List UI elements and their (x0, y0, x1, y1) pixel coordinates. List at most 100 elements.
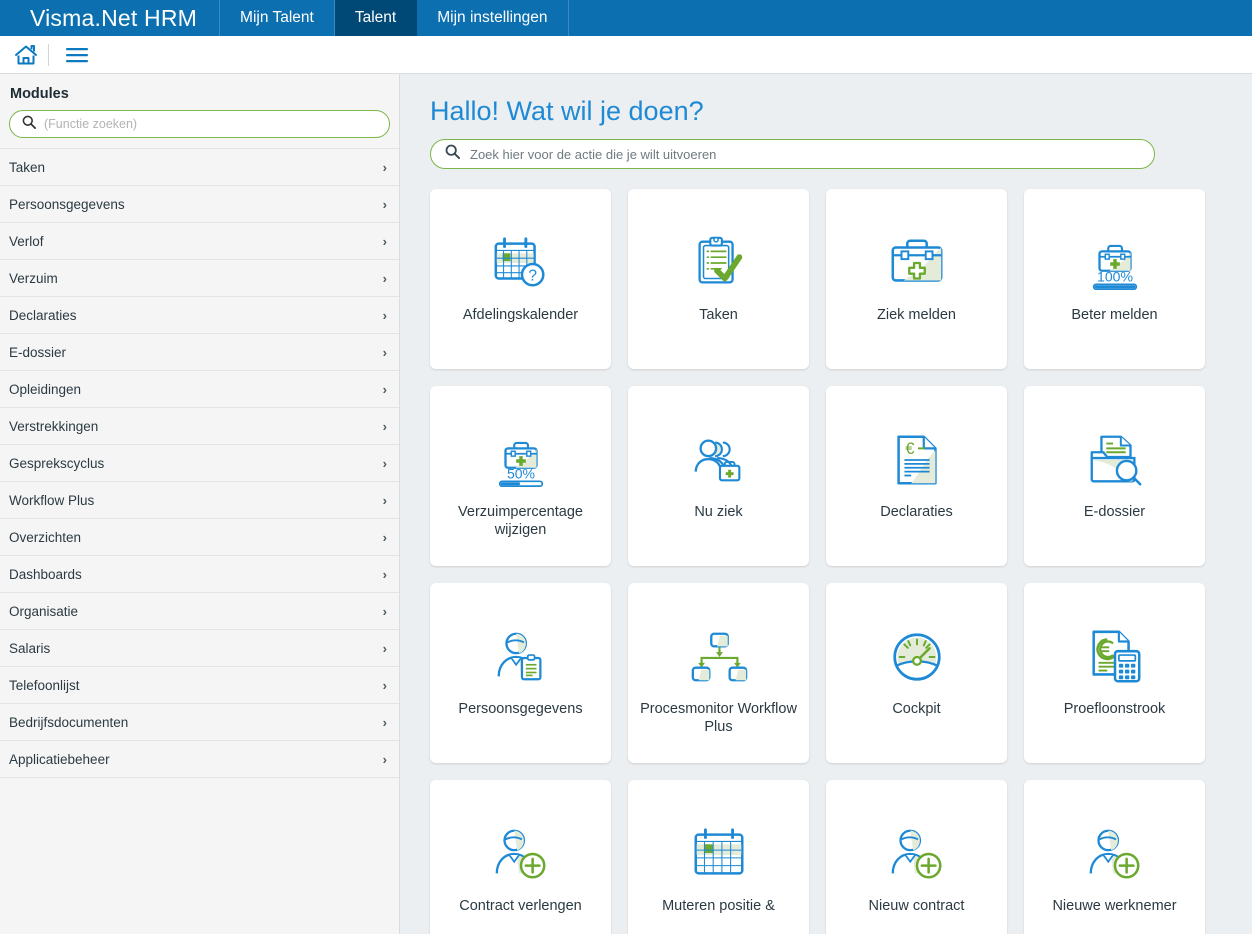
sidebar-item-label: E-dossier (9, 344, 67, 360)
hamburger-menu-icon[interactable] (61, 40, 93, 70)
sidebar-item-label: Verlof (9, 233, 44, 249)
chevron-right-icon: › (382, 603, 387, 619)
sidebar-item-workflow-plus[interactable]: Workflow Plus › (0, 482, 399, 519)
sidebar-item-gesprekscyclus[interactable]: Gesprekscyclus › (0, 445, 399, 482)
medical-case-icon (886, 219, 948, 307)
tile-e-dossier[interactable]: E-dossier (1024, 386, 1205, 566)
medical-case-100-percent-icon: 100% (1084, 219, 1146, 307)
action-search-input[interactable] (470, 146, 1140, 162)
sidebar-item-verlof[interactable]: Verlof › (0, 223, 399, 260)
clipboard-check-icon (688, 219, 750, 307)
tile-nu-ziek[interactable]: Nu ziek (628, 386, 809, 566)
tile-label: Nu ziek (694, 504, 743, 520)
chevron-right-icon: › (382, 529, 387, 545)
tile-label: Cockpit (892, 701, 941, 717)
tile-label: Afdelingskalender (462, 307, 579, 323)
action-search-box[interactable] (430, 139, 1155, 169)
home-icon[interactable] (10, 40, 42, 70)
calendar-icon (688, 810, 750, 898)
folder-search-icon (1084, 416, 1146, 504)
nav-tab-mijn-instellingen[interactable]: Mijn instellingen (417, 0, 569, 36)
sidebar-item-label: Opleidingen (9, 381, 82, 397)
sidebar-item-verzuim[interactable]: Verzuim › (0, 260, 399, 297)
sidebar-item-applicatiebeheer[interactable]: Applicatiebeheer › (0, 741, 399, 778)
sidebar-item-label: Overzichten (9, 529, 82, 545)
sidebar-item-label: Declaraties (9, 307, 77, 323)
sidebar-item-dashboards[interactable]: Dashboards › (0, 556, 399, 593)
sidebar-item-label: Gesprekscyclus (9, 455, 105, 471)
calendar-question-icon: ? (490, 219, 552, 307)
chevron-right-icon: › (382, 566, 387, 582)
main-content: Hallo! Wat wil je doen? ? Afdelingskalend… (400, 74, 1252, 934)
chevron-right-icon: › (382, 344, 387, 360)
tile-muteren-positie[interactable]: Muteren positie & (628, 780, 809, 934)
sidebar-item-declaraties[interactable]: Declaraties › (0, 297, 399, 334)
svg-text:€: € (905, 440, 914, 458)
person-plus-icon (490, 810, 552, 898)
sidebar-item-opleidingen[interactable]: Opleidingen › (0, 371, 399, 408)
top-navigation-bar: Visma.Net HRM Mijn Talent Talent Mijn in… (0, 0, 1252, 36)
chevron-right-icon: › (382, 381, 387, 397)
svg-text:50%: 50% (506, 465, 534, 481)
tile-beter-melden[interactable]: 100% Beter melden (1024, 189, 1205, 369)
sidebar-item-label: Dashboards (9, 566, 82, 582)
chevron-right-icon: › (382, 640, 387, 656)
sidebar-item-label: Applicatiebeheer (9, 751, 110, 767)
tile-taken[interactable]: Taken (628, 189, 809, 369)
tile-nieuwe-werknemer[interactable]: Nieuwe werknemer (1024, 780, 1205, 934)
sidebar-title: Modules (10, 86, 69, 102)
app-brand: Visma.Net HRM (0, 0, 221, 36)
tile-ziek-melden[interactable]: Ziek melden (826, 189, 1007, 369)
sidebar-item-label: Salaris (9, 640, 51, 656)
tile-proefloonstrook[interactable]: Proefloonstrook (1024, 583, 1205, 763)
person-plus-icon (886, 810, 948, 898)
tile-label: Verzuimpercentage wijzigen (458, 504, 583, 538)
sidebar-item-verstrekkingen[interactable]: Verstrekkingen › (0, 408, 399, 445)
tile-label: Ziek melden (877, 307, 956, 323)
nav-tab-talent[interactable]: Talent (334, 0, 418, 36)
sidebar-item-telefoonlijst[interactable]: Telefoonlijst › (0, 667, 399, 704)
sidebar-item-taken[interactable]: Taken › (0, 149, 399, 186)
person-plus-icon (1084, 810, 1146, 898)
tile-procesmonitor-workflow-plus[interactable]: Procesmonitor Workflow Plus (628, 583, 809, 763)
tile-verzuimpercentage-wijzigen[interactable]: 50% Verzuimpercentage wijzigen (430, 386, 611, 566)
sidebar-item-salaris[interactable]: Salaris › (0, 630, 399, 667)
tile-label: Persoonsgegevens (458, 701, 583, 717)
svg-text:100%: 100% (1097, 268, 1133, 284)
secondary-toolbar (0, 36, 1252, 74)
chevron-right-icon: › (382, 492, 387, 508)
tile-declaraties[interactable]: € Declaraties (826, 386, 1007, 566)
chevron-right-icon: › (382, 751, 387, 767)
sidebar-item-label: Telefoonlijst (9, 677, 80, 693)
sidebar-item-label: Organisatie (9, 603, 79, 619)
tile-label: Procesmonitor Workflow Plus (640, 701, 797, 735)
sidebar-search-input[interactable] (44, 117, 377, 131)
tile-label: Contract verlengen (459, 898, 582, 914)
tile-nieuw-contract[interactable]: Nieuw contract (826, 780, 1007, 934)
payslip-calculator-icon (1084, 613, 1146, 701)
nav-tab-mijn-talent[interactable]: Mijn Talent (220, 0, 335, 36)
sidebar-item-label: Bedrijfsdocumenten (9, 714, 129, 730)
sidebar-item-e-dossier[interactable]: E-dossier › (0, 334, 399, 371)
people-medical-case-icon (688, 416, 750, 504)
tile-label: Proefloonstrook (1063, 701, 1166, 717)
search-icon (22, 115, 36, 134)
sidebar-search-box[interactable] (9, 110, 390, 138)
tile-cockpit[interactable]: Cockpit (826, 583, 1007, 763)
tile-afdelingskalender[interactable]: ? Afdelingskalender (430, 189, 611, 369)
module-list: Taken › Persoonsgegevens › Verlof › Verzuim › De… (0, 148, 399, 934)
chevron-right-icon: › (382, 233, 387, 249)
tile-contract-verlengen[interactable]: Contract verlengen (430, 780, 611, 934)
tile-label: Muteren positie & (662, 898, 775, 914)
sidebar-item-overzichten[interactable]: Overzichten › (0, 519, 399, 556)
search-icon (445, 144, 461, 164)
org-chart-icon (688, 613, 750, 701)
chevron-right-icon: › (382, 455, 387, 471)
tile-persoonsgegevens[interactable]: Persoonsgegevens (430, 583, 611, 763)
tile-label: Nieuwe werknemer (1052, 898, 1177, 914)
sidebar-item-persoonsgegevens[interactable]: Persoonsgegevens › (0, 186, 399, 223)
chevron-right-icon: › (382, 714, 387, 730)
sidebar-item-organisatie[interactable]: Organisatie › (0, 593, 399, 630)
sidebar-search-wrapper (0, 110, 399, 148)
sidebar-item-bedrijfsdocumenten[interactable]: Bedrijfsdocumenten › (0, 704, 399, 741)
